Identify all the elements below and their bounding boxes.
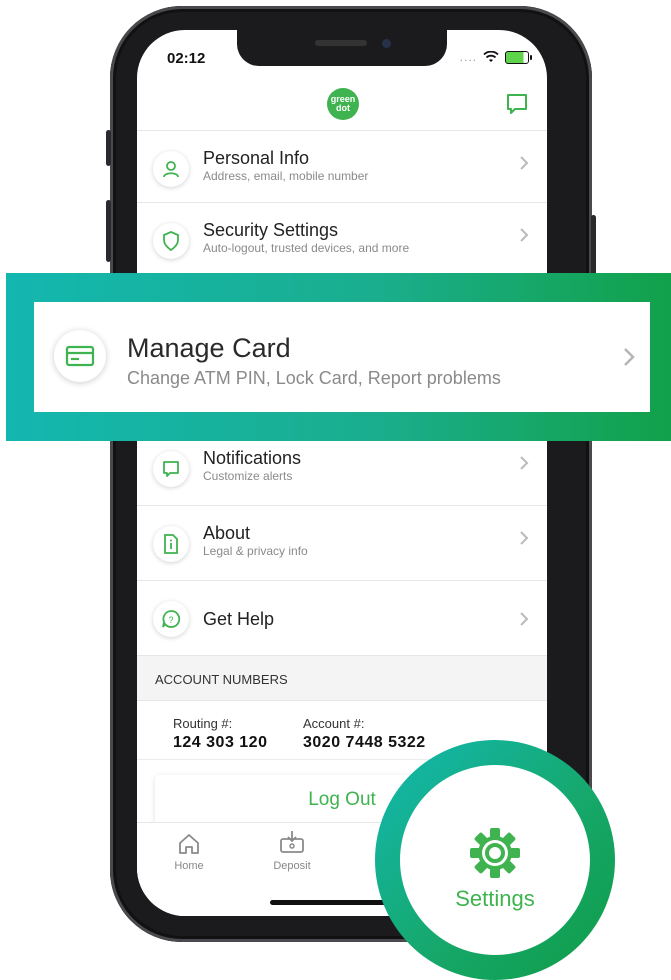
chevron-right-icon xyxy=(520,228,529,242)
info-document-icon xyxy=(164,534,178,554)
menu-icon-wrap: ? xyxy=(153,601,189,637)
menu-icon-wrap xyxy=(153,451,189,487)
menu-item-security-settings[interactable]: Security Settings Auto-logout, trusted d… xyxy=(137,202,547,278)
menu-item-notifications[interactable]: Notifications Customize alerts xyxy=(137,430,547,506)
tab-home[interactable]: Home xyxy=(167,831,211,872)
shield-icon xyxy=(163,231,179,251)
menu-icon-wrap xyxy=(153,526,189,562)
menu-subtitle: Auto-logout, trusted devices, and more xyxy=(203,241,410,255)
green-dot-logo: green dot xyxy=(327,88,359,120)
menu-title: About xyxy=(203,523,251,543)
menu-item-personal-info[interactable]: Personal Info Address, email, mobile num… xyxy=(137,130,547,206)
status-time: 02:12 xyxy=(167,50,206,67)
routing-number: 124 303 120 xyxy=(173,734,268,751)
tab-label: Home xyxy=(174,860,204,872)
speaker xyxy=(315,40,367,46)
menu-subtitle: Change ATM PIN, Lock Card, Report proble… xyxy=(127,368,501,388)
front-camera xyxy=(382,39,391,48)
side-button-left-2 xyxy=(106,200,111,262)
menu-item-get-help[interactable]: ? Get Help xyxy=(137,580,547,656)
account-number: 3020 7448 5322 xyxy=(303,734,426,751)
menu-subtitle: Legal & privacy info xyxy=(203,544,308,558)
chevron-right-icon xyxy=(520,531,529,545)
tab-settings[interactable]: Settings xyxy=(400,765,590,955)
menu-title: Notifications xyxy=(203,448,302,468)
settings-callout: Settings xyxy=(375,740,615,980)
tab-label: Deposit xyxy=(273,860,311,872)
card-icon xyxy=(65,345,95,367)
menu-icon-wrap xyxy=(153,223,189,259)
wifi-icon xyxy=(483,51,499,62)
tab-label: Settings xyxy=(455,886,535,911)
notch xyxy=(237,30,447,66)
chevron-right-icon xyxy=(520,612,529,626)
menu-item-about[interactable]: About Legal & privacy info xyxy=(137,505,547,581)
status-icons: .... xyxy=(459,50,532,64)
section-title: ACCOUNT NUMBERS xyxy=(155,672,288,687)
home-icon xyxy=(179,834,199,854)
chevron-right-icon xyxy=(520,456,529,470)
chat-icon[interactable] xyxy=(505,92,529,116)
menu-title: Manage Card xyxy=(127,333,291,363)
manage-card-highlight: Manage Card Change ATM PIN, Lock Card, R… xyxy=(6,273,671,441)
battery-icon xyxy=(505,50,532,64)
message-icon xyxy=(163,461,179,477)
menu-icon-wrap xyxy=(54,330,106,382)
signal-dots: .... xyxy=(459,50,477,64)
menu-title: Personal Info xyxy=(203,148,310,168)
svg-text:?: ? xyxy=(168,615,173,625)
chevron-right-icon xyxy=(520,156,529,170)
account-numbers-header: ACCOUNT NUMBERS xyxy=(137,655,547,701)
menu-item-manage-card[interactable]: Manage Card Change ATM PIN, Lock Card, R… xyxy=(34,302,650,412)
routing-label: Routing #: xyxy=(173,716,233,731)
deposit-icon xyxy=(280,831,304,853)
tab-deposit[interactable]: Deposit xyxy=(267,829,317,872)
side-button-left-1 xyxy=(106,130,111,166)
menu-subtitle: Address, email, mobile number xyxy=(203,169,369,183)
chevron-right-icon xyxy=(624,348,635,366)
logo-text-line2: dot xyxy=(336,103,350,113)
person-icon xyxy=(163,161,179,178)
account-label: Account #: xyxy=(303,716,365,731)
help-chat-icon: ? xyxy=(162,610,181,628)
menu-icon-wrap xyxy=(153,151,189,187)
menu-title: Security Settings xyxy=(203,220,339,240)
gear-icon xyxy=(470,828,520,878)
menu-subtitle: Customize alerts xyxy=(203,469,293,483)
menu-title: Get Help xyxy=(203,609,275,629)
